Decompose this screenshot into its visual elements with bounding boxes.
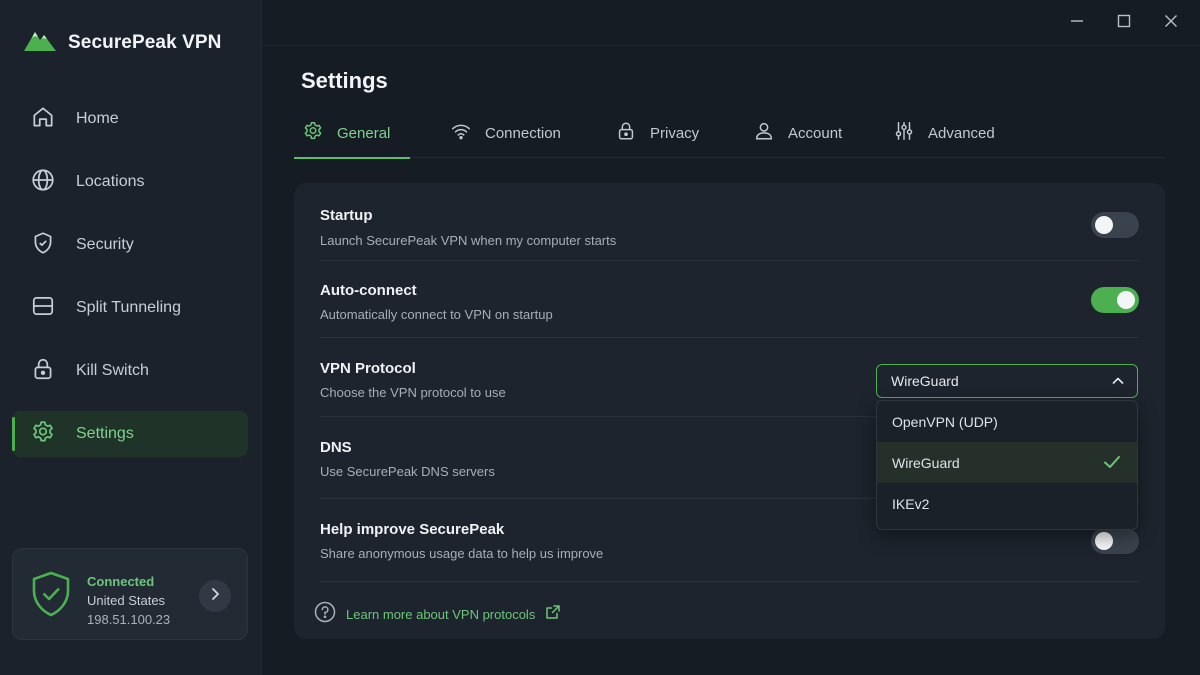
tab-account[interactable]: Account xyxy=(745,108,850,158)
setting-title: Startup xyxy=(320,207,373,224)
setting-title: Help improve SecurePeak xyxy=(320,521,505,538)
toggle-knob xyxy=(1095,532,1113,550)
setting-title: Auto-connect xyxy=(320,282,417,299)
help-circle-icon xyxy=(314,601,336,628)
window-titlebar xyxy=(263,0,1200,46)
option-label: OpenVPN (UDP) xyxy=(892,413,998,430)
chevron-right-icon xyxy=(209,587,221,606)
select-value: WireGuard xyxy=(891,373,959,389)
app-name: SecurePeak VPN xyxy=(68,31,222,53)
close-button[interactable] xyxy=(1160,12,1182,34)
sidebar-nav: Home Locations Security Split Tunneling … xyxy=(12,96,248,474)
minimize-button[interactable] xyxy=(1066,12,1088,34)
vpn-protocol-dropdown: OpenVPN (UDP) WireGuard IKEv2 xyxy=(876,400,1138,530)
protocol-option-ikev2[interactable]: IKEv2 xyxy=(877,483,1137,524)
shield-icon xyxy=(30,230,56,261)
lock-icon xyxy=(30,356,56,387)
protocol-option-wireguard[interactable]: WireGuard xyxy=(877,442,1137,483)
setting-description: Automatically connect to VPN on startup xyxy=(320,307,553,322)
tab-label: Connection xyxy=(485,124,561,142)
external-link-icon xyxy=(545,604,561,625)
protocol-option-openvpn[interactable]: OpenVPN (UDP) xyxy=(877,401,1137,442)
status-expand-button[interactable] xyxy=(199,580,231,612)
vpn-protocol-select[interactable]: WireGuard xyxy=(876,364,1138,398)
settings-tabs: General Connection Privacy Account Advan… xyxy=(294,108,1165,159)
status-ip: 198.51.100.23 xyxy=(87,612,171,627)
sidebar-item-security[interactable]: Security xyxy=(12,222,248,268)
setting-description: Share anonymous usage data to help us im… xyxy=(320,546,604,561)
tab-advanced[interactable]: Advanced xyxy=(885,108,1003,158)
brand: SecurePeak VPN xyxy=(24,28,222,57)
minimize-icon xyxy=(1070,14,1084,33)
setting-description: Choose the VPN protocol to use xyxy=(320,385,506,400)
option-label: IKEv2 xyxy=(892,495,930,512)
sidebar-item-label: Settings xyxy=(76,425,134,442)
setting-auto-connect: Auto-connect Automatically connect to VP… xyxy=(320,261,1139,338)
globe-icon xyxy=(30,167,56,198)
sidebar-item-label: Home xyxy=(76,110,119,127)
tab-label: Advanced xyxy=(928,124,995,142)
startup-toggle[interactable] xyxy=(1091,212,1139,238)
setting-title: DNS xyxy=(320,439,352,456)
sidebar-item-locations[interactable]: Locations xyxy=(12,159,248,205)
general-settings-panel: Startup Launch SecurePeak VPN when my co… xyxy=(294,183,1165,639)
sidebar-item-label: Split Tunneling xyxy=(76,299,181,316)
sidebar-item-home[interactable]: Home xyxy=(12,96,248,142)
maximize-icon xyxy=(1117,14,1131,33)
user-icon xyxy=(753,120,775,146)
status-state: Connected xyxy=(87,574,155,589)
main-content: Settings General Connection Privacy Acco… xyxy=(263,0,1200,675)
chevron-up-icon xyxy=(1111,374,1125,391)
page-title: Settings xyxy=(301,68,388,93)
gear-icon xyxy=(30,419,56,450)
learn-more-text: Learn more about VPN protocols xyxy=(346,607,536,622)
sidebar-item-kill-switch[interactable]: Kill Switch xyxy=(12,348,248,394)
sidebar-item-label: Kill Switch xyxy=(76,362,149,379)
lock-icon xyxy=(615,120,637,146)
shield-check-icon xyxy=(31,571,71,622)
tab-general[interactable]: General xyxy=(294,108,410,159)
auto-connect-toggle[interactable] xyxy=(1091,287,1139,313)
tab-label: Account xyxy=(788,124,843,142)
tab-label: Privacy xyxy=(650,124,700,142)
sidebar-item-label: Locations xyxy=(76,173,145,190)
setting-description: Use SecurePeak DNS servers xyxy=(320,464,495,479)
option-label: WireGuard xyxy=(892,454,960,471)
wifi-icon xyxy=(450,120,472,146)
close-icon xyxy=(1164,14,1178,33)
toggle-knob xyxy=(1095,216,1113,234)
mountain-logo-icon xyxy=(24,28,56,57)
home-icon xyxy=(30,104,56,135)
gear-icon xyxy=(302,120,324,146)
checkmark-icon xyxy=(1103,454,1121,473)
sidebar: SecurePeak VPN Home Locations Security S… xyxy=(0,0,262,675)
sidebar-item-settings[interactable]: Settings xyxy=(12,411,248,457)
status-text: Connected United States 198.51.100.23 xyxy=(87,572,170,629)
tab-privacy[interactable]: Privacy xyxy=(607,108,707,158)
connection-status-card[interactable]: Connected United States 198.51.100.23 xyxy=(12,548,248,640)
sliders-icon xyxy=(893,120,915,146)
split-icon xyxy=(30,293,56,324)
setting-title: VPN Protocol xyxy=(320,360,416,377)
sidebar-item-label: Security xyxy=(76,236,134,253)
tab-label: General xyxy=(337,124,391,142)
setting-description: Launch SecurePeak VPN when my computer s… xyxy=(320,233,617,248)
sidebar-item-split-tunneling[interactable]: Split Tunneling xyxy=(12,285,248,331)
toggle-knob xyxy=(1117,291,1135,309)
help-improve-toggle[interactable] xyxy=(1091,528,1139,554)
tab-connection[interactable]: Connection xyxy=(442,108,569,158)
maximize-button[interactable] xyxy=(1113,12,1135,34)
learn-more-link[interactable]: Learn more about VPN protocols xyxy=(314,601,561,628)
status-location: United States xyxy=(87,593,166,608)
setting-startup: Startup Launch SecurePeak VPN when my co… xyxy=(320,183,1139,261)
